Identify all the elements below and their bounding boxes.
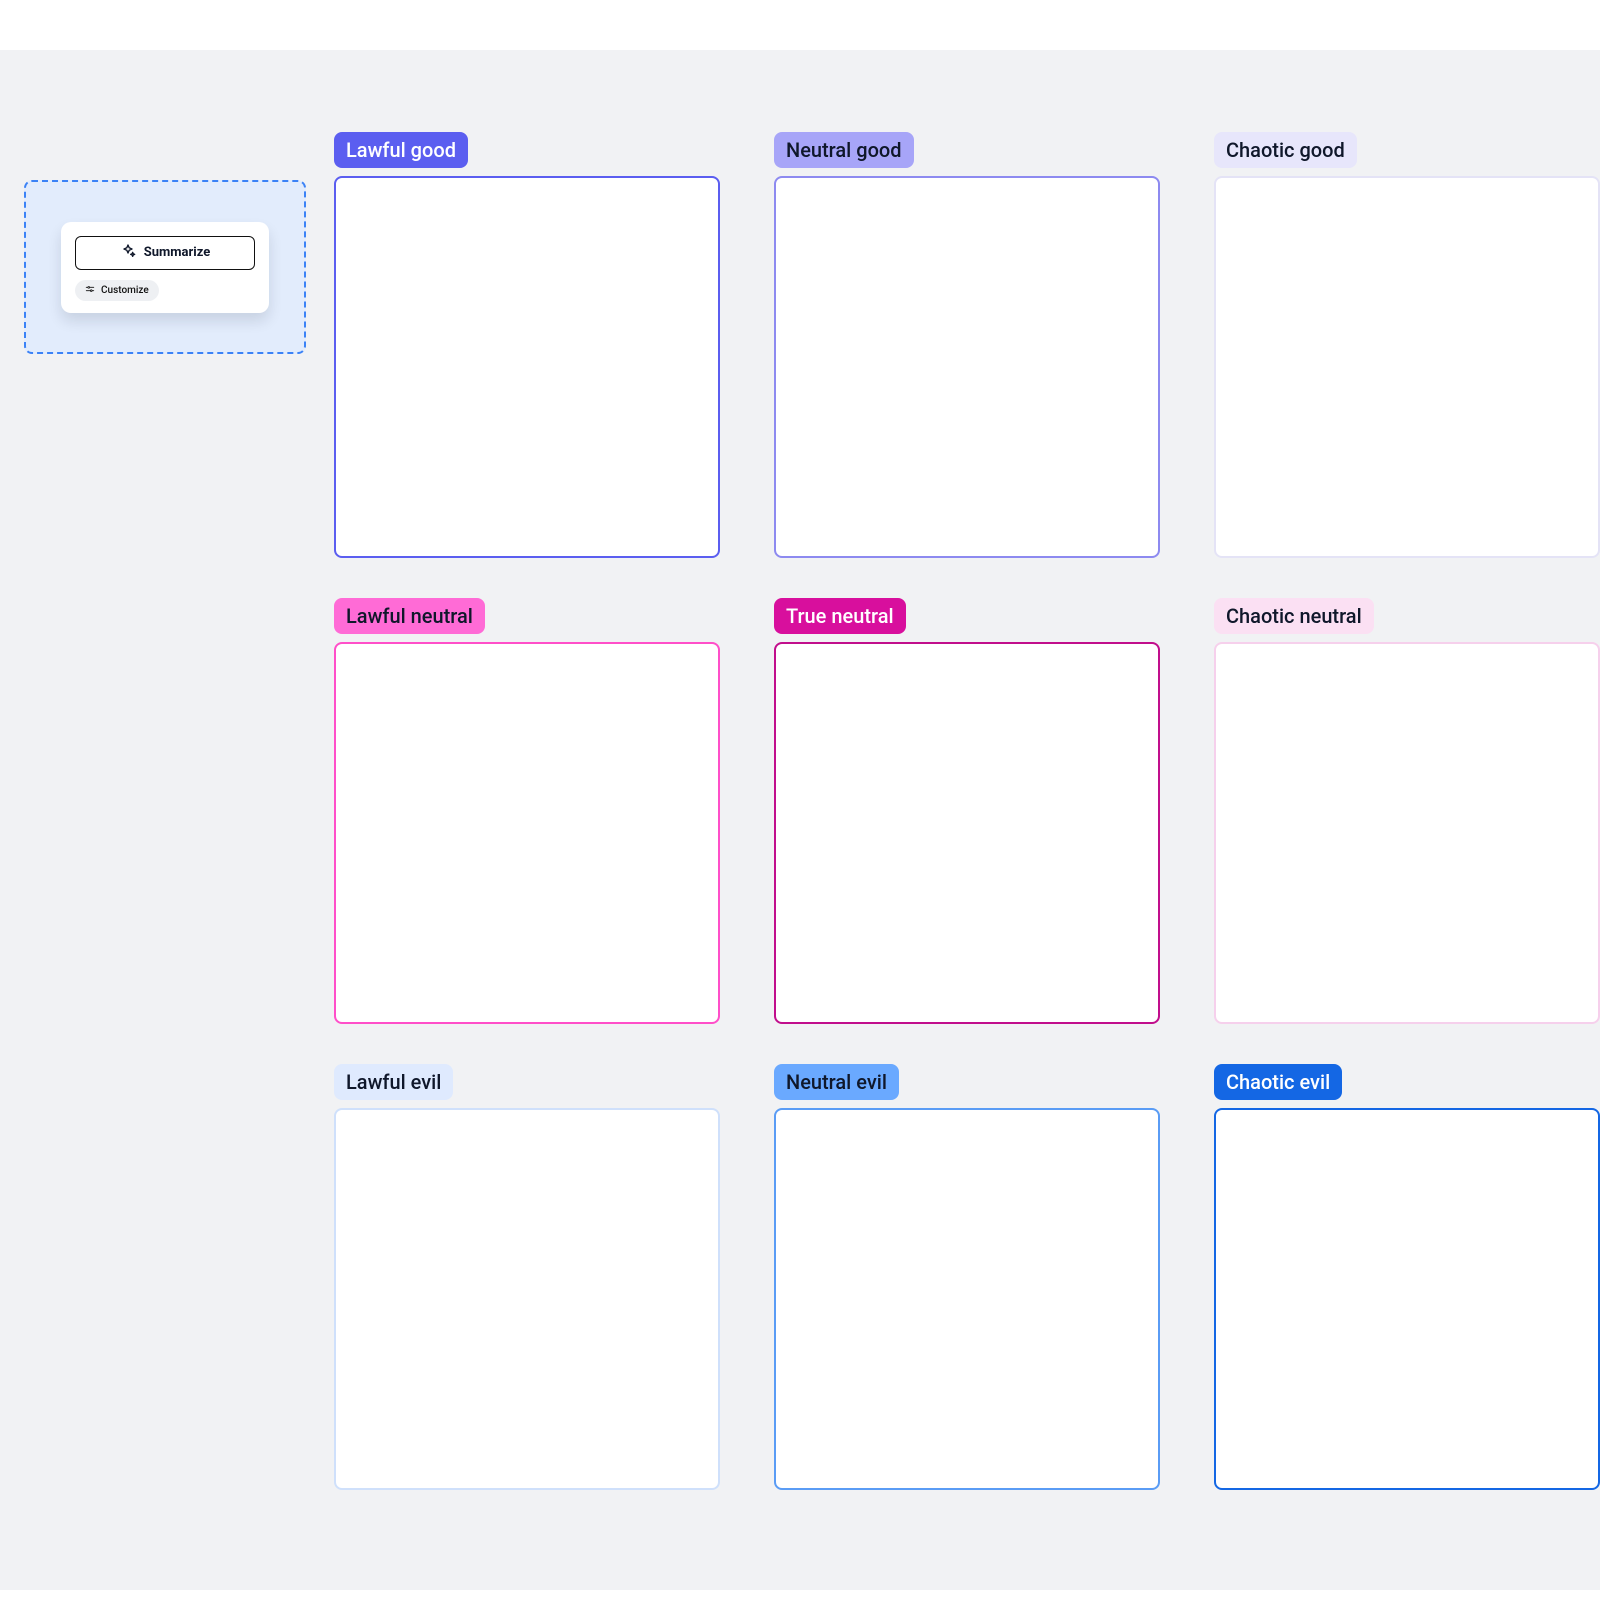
cell-lawful-neutral: Lawful neutral (334, 598, 720, 1024)
dropzone-chaotic-neutral[interactable] (1214, 642, 1600, 1024)
cell-lawful-good: Lawful good (334, 132, 720, 558)
cell-neutral-evil: Neutral evil (774, 1064, 1160, 1490)
dropzone-lawful-neutral[interactable] (334, 642, 720, 1024)
cell-label: Neutral good (774, 132, 914, 168)
dropzone-neutral-good[interactable] (774, 176, 1160, 558)
canvas: Summarize Customize Lawful good (0, 50, 1600, 1590)
dropzone-lawful-good[interactable] (334, 176, 720, 558)
cell-true-neutral: True neutral (774, 598, 1160, 1024)
customize-pill[interactable]: Customize (75, 280, 159, 301)
source-card: Summarize Customize (61, 222, 269, 313)
cell-chaotic-evil: Chaotic evil (1214, 1064, 1600, 1490)
sliders-icon (85, 284, 95, 297)
cell-neutral-good: Neutral good (774, 132, 1160, 558)
cell-lawful-evil: Lawful evil (334, 1064, 720, 1490)
cell-label: Chaotic good (1214, 132, 1357, 168)
summarize-button-label: Summarize (144, 245, 211, 260)
cell-label: Lawful neutral (334, 598, 485, 634)
summarize-button[interactable]: Summarize (75, 236, 255, 270)
draggable-source-block[interactable]: Summarize Customize (24, 180, 306, 354)
cell-chaotic-neutral: Chaotic neutral (1214, 598, 1600, 1024)
cell-chaotic-good: Chaotic good (1214, 132, 1600, 558)
cell-label: Neutral evil (774, 1064, 899, 1100)
dropzone-chaotic-evil[interactable] (1214, 1108, 1600, 1490)
dropzone-neutral-evil[interactable] (774, 1108, 1160, 1490)
dropzone-true-neutral[interactable] (774, 642, 1160, 1024)
cell-label: Chaotic evil (1214, 1064, 1342, 1100)
cell-label: True neutral (774, 598, 906, 634)
dropzone-lawful-evil[interactable] (334, 1108, 720, 1490)
cell-label: Chaotic neutral (1214, 598, 1374, 634)
dropzone-chaotic-good[interactable] (1214, 176, 1600, 558)
cell-label: Lawful good (334, 132, 468, 168)
sparkle-icon (120, 243, 136, 263)
customize-pill-label: Customize (101, 285, 149, 296)
cell-label: Lawful evil (334, 1064, 453, 1100)
alignment-grid: Lawful good Neutral good Chaotic good La… (334, 132, 1600, 1490)
